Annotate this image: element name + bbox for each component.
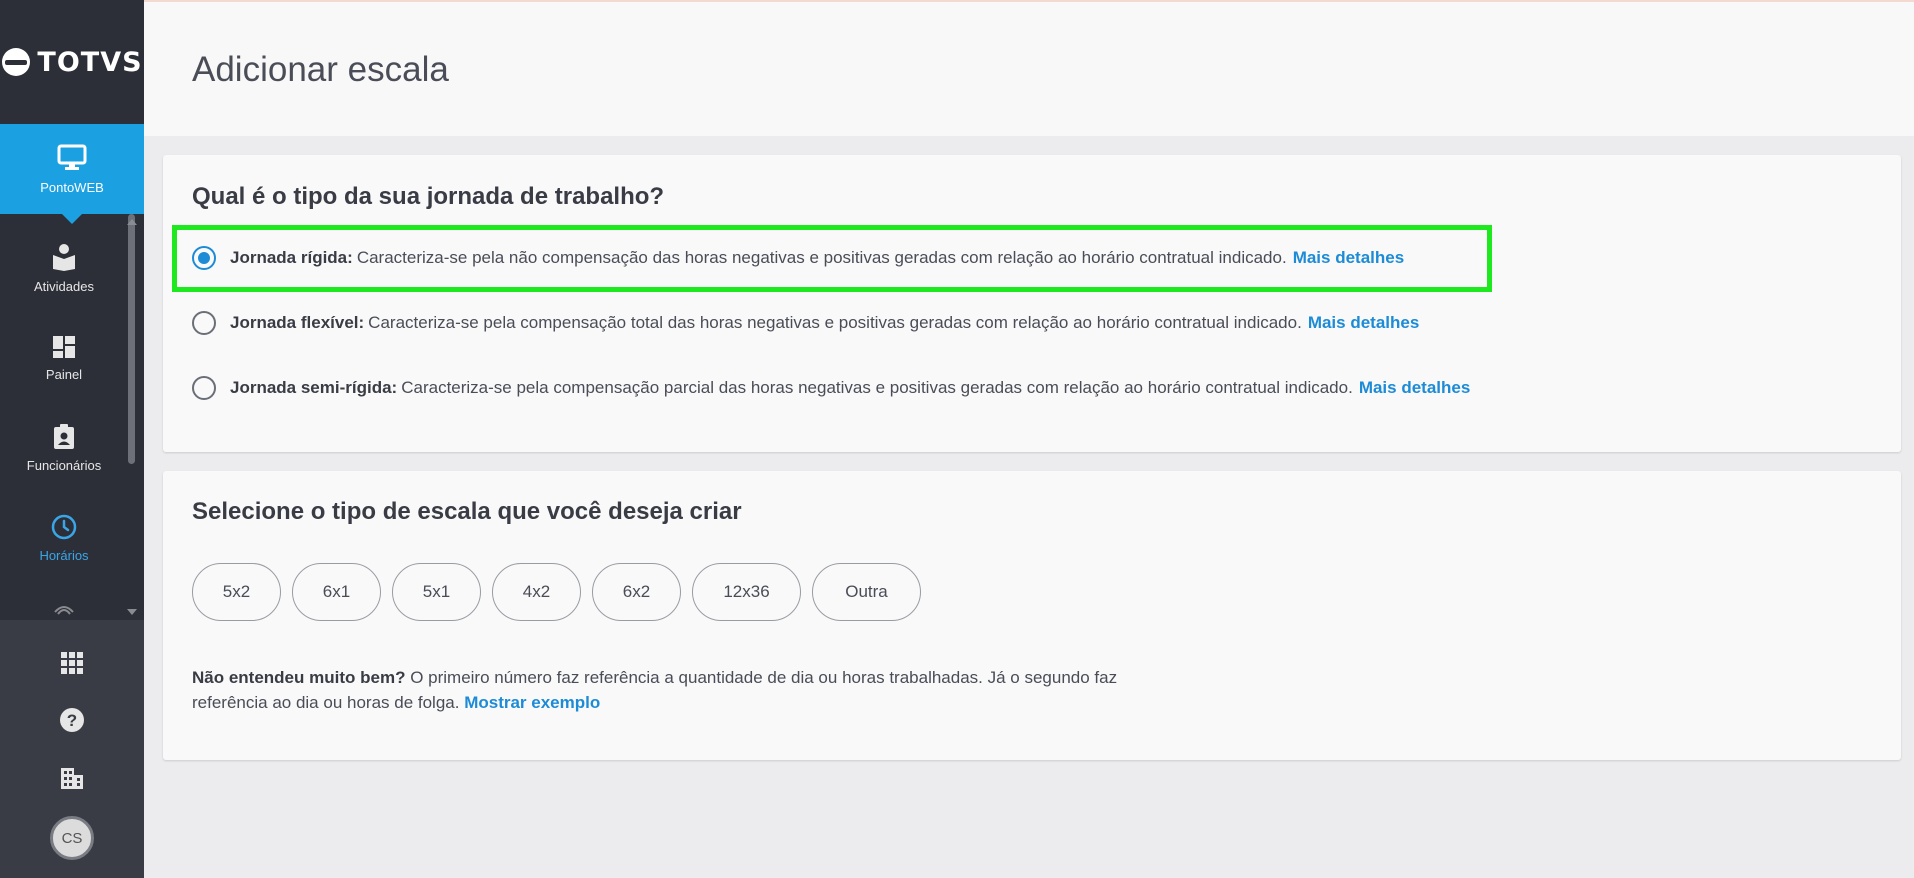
sidebar-item-label: Horários: [39, 547, 89, 563]
avatar[interactable]: CS: [50, 816, 94, 860]
totvs-logo[interactable]: TOTVS: [0, 0, 144, 124]
sidebar: TOTVS PontoWEB Atividades Painel Funcion…: [0, 0, 144, 878]
journey-type-title: Qual é o tipo da sua jornada de trabalho…: [192, 183, 665, 210]
scroll-up-icon[interactable]: [127, 219, 137, 225]
journey-option-description: Caracteriza-se pela não compensação das …: [356, 248, 1287, 267]
fingerprint-icon: [52, 600, 76, 616]
apps-grid-icon[interactable]: [57, 648, 87, 678]
radio-button[interactable]: [192, 376, 216, 400]
sidebar-item-painel[interactable]: Painel: [0, 313, 128, 403]
sidebar-item-horarios[interactable]: Horários: [0, 493, 128, 583]
dashboard-icon: [53, 335, 75, 358]
scale-chip-4x2[interactable]: 4x2: [492, 563, 581, 621]
show-example-link[interactable]: Mostrar exemplo: [464, 693, 600, 712]
sidebar-scrollbar[interactable]: [128, 214, 135, 464]
sidebar-item-funcionarios[interactable]: Funcionários: [0, 403, 128, 493]
scale-type-title: Selecione o tipo de escala que você dese…: [192, 498, 742, 525]
journey-option-name: Jornada flexível:: [230, 313, 365, 332]
sidebar-item-label: Funcionários: [26, 457, 102, 473]
book-reader-icon: [53, 243, 75, 271]
scale-chip-group: 5x2 6x1 5x1 4x2 6x2 12x36 Outra: [192, 563, 921, 621]
more-details-link[interactable]: Mais detalhes: [1293, 248, 1405, 268]
building-icon[interactable]: [57, 763, 87, 793]
sidebar-item-label: PontoWEB: [40, 179, 104, 195]
scroll-down-icon[interactable]: [127, 609, 137, 615]
sidebar-item-pontoweb[interactable]: PontoWEB: [0, 124, 144, 224]
radio-button-checked[interactable]: [192, 246, 216, 270]
more-details-link[interactable]: Mais detalhes: [1359, 378, 1471, 398]
scale-type-card: Selecione o tipo de escala que você dese…: [163, 471, 1901, 760]
totvs-logo-icon: [2, 48, 31, 76]
journey-option-semi-rigida[interactable]: Jornada semi-rígida: Caracteriza-se pela…: [192, 376, 1470, 400]
page-header: Adicionar escala: [144, 0, 1914, 136]
journey-option-rigida[interactable]: Jornada rígida: Caracteriza-se pela não …: [192, 246, 1404, 270]
scale-chip-12x36[interactable]: 12x36: [692, 563, 801, 621]
journey-type-card: Qual é o tipo da sua jornada de trabalho…: [163, 155, 1901, 452]
scale-help-text: Não entendeu muito bem? O primeiro númer…: [192, 665, 1172, 715]
badge-icon: [54, 423, 74, 449]
sidebar-item-atividades[interactable]: Atividades: [0, 223, 128, 313]
scale-chip-outra[interactable]: Outra: [812, 563, 921, 621]
sidebar-item-label: Painel: [45, 366, 83, 382]
scale-chip-5x2[interactable]: 5x2: [192, 563, 281, 621]
scale-chip-6x1[interactable]: 6x1: [292, 563, 381, 621]
help-question: Não entendeu muito bem?: [192, 668, 406, 687]
logo-text: TOTVS: [37, 46, 143, 78]
svg-text:?: ?: [67, 711, 77, 730]
radio-button[interactable]: [192, 311, 216, 335]
journey-option-flexivel[interactable]: Jornada flexível: Caracteriza-se pela co…: [192, 311, 1419, 335]
journey-option-name: Jornada rígida:: [230, 248, 353, 267]
help-icon[interactable]: ?: [57, 705, 87, 735]
journey-option-name: Jornada semi-rígida:: [230, 378, 398, 397]
scale-chip-6x2[interactable]: 6x2: [592, 563, 681, 621]
sidebar-nav[interactable]: PontoWEB Atividades Painel Funcionários …: [0, 124, 144, 620]
more-details-link[interactable]: Mais detalhes: [1308, 313, 1420, 333]
monitor-icon: [57, 144, 87, 170]
clock-icon: [51, 514, 77, 539]
page-title: Adicionar escala: [192, 50, 449, 89]
sidebar-item-label: Atividades: [34, 278, 94, 294]
journey-option-description: Caracteriza-se pela compensação parcial …: [401, 378, 1353, 397]
journey-option-description: Caracteriza-se pela compensação total da…: [368, 313, 1302, 332]
scale-chip-5x1[interactable]: 5x1: [392, 563, 481, 621]
